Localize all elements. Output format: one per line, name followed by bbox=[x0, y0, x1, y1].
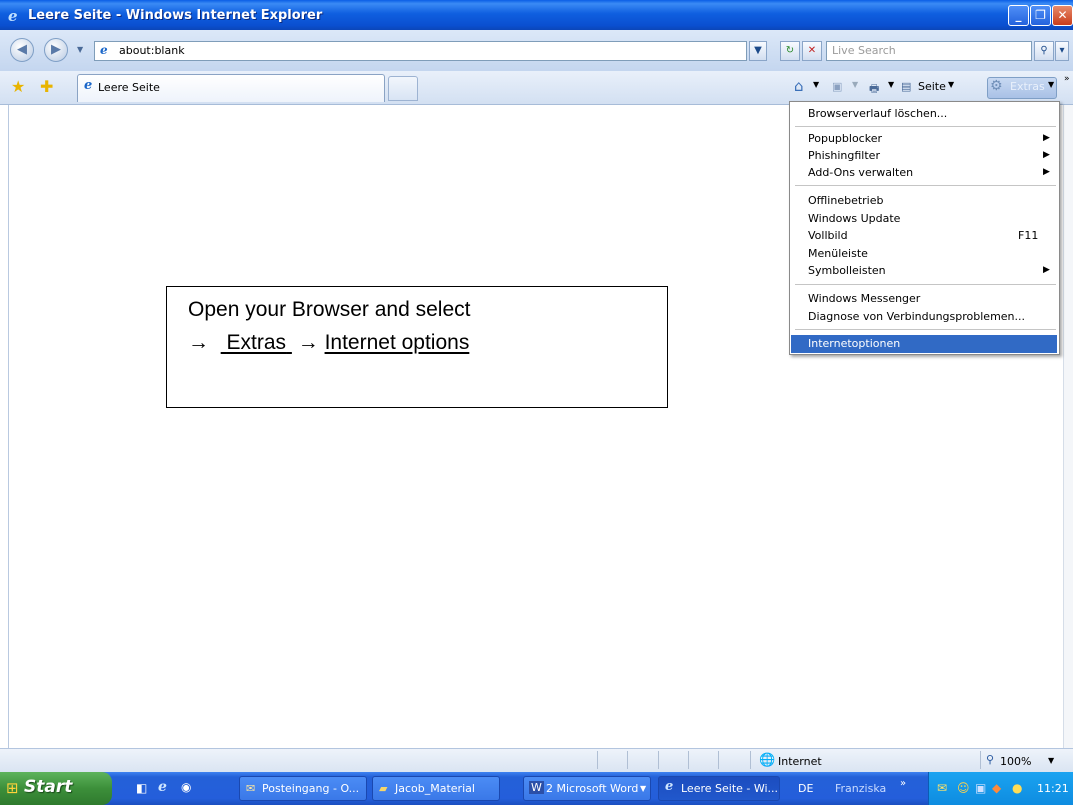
gear-icon: ⚙ bbox=[990, 78, 1003, 94]
arrow-icon: → bbox=[188, 331, 209, 354]
tab-page-icon: e bbox=[84, 78, 93, 93]
submenu-arrow-icon: ▶ bbox=[1043, 265, 1050, 275]
print-dropdown-icon[interactable]: ▼ bbox=[888, 80, 894, 89]
menu-separator bbox=[795, 284, 1056, 285]
page-menu-icon[interactable]: ▤ bbox=[901, 80, 911, 93]
favorites-star-icon[interactable]: ★ bbox=[11, 77, 25, 96]
security-zone: Internet bbox=[778, 755, 822, 768]
status-divider bbox=[688, 751, 689, 769]
back-button[interactable]: ◀ bbox=[10, 38, 34, 62]
print-icon[interactable]: 🖶 bbox=[869, 80, 879, 99]
desktop-quicklaunch-icon[interactable]: ◧ bbox=[136, 781, 147, 795]
search-icon[interactable]: ⚲ bbox=[1034, 41, 1054, 61]
tray-network-icon[interactable]: ✉ bbox=[937, 781, 947, 795]
search-options-icon[interactable]: ▾ bbox=[1055, 41, 1069, 61]
chevron-more-icon[interactable]: » bbox=[1064, 74, 1070, 84]
group-dropdown-icon: ▼ bbox=[640, 784, 647, 793]
menu-item-phishing-filter[interactable]: Phishingfilter bbox=[808, 149, 880, 162]
language-indicator[interactable]: DE bbox=[798, 782, 813, 795]
menu-item-menubar[interactable]: Menüleiste bbox=[808, 247, 868, 260]
menu-item-messenger[interactable]: Windows Messenger bbox=[808, 292, 920, 305]
home-icon[interactable]: ⌂ bbox=[794, 77, 804, 95]
zoom-level[interactable]: 100% bbox=[1000, 755, 1031, 768]
arrow-icon: → bbox=[297, 331, 319, 354]
ie-logo-icon: e bbox=[8, 7, 18, 25]
status-divider bbox=[597, 751, 598, 769]
menu-item-diagnose[interactable]: Diagnose von Verbindungsproblemen... bbox=[808, 310, 1025, 323]
menu-separator bbox=[795, 185, 1056, 186]
tray-people-icon[interactable]: ☺ bbox=[957, 781, 970, 795]
status-divider bbox=[980, 751, 981, 769]
clock[interactable]: 11:21 bbox=[1037, 782, 1069, 795]
menu-item-offline[interactable]: Offlinebetrieb bbox=[808, 194, 883, 207]
globe-icon: 🌐 bbox=[759, 753, 776, 768]
add-favorites-icon[interactable]: ✚ bbox=[40, 77, 53, 96]
folder-icon: ▰ bbox=[379, 782, 388, 795]
search-placeholder: Live Search bbox=[832, 44, 896, 57]
zoom-icon: ⚲ bbox=[986, 753, 995, 766]
chevron-right-icon[interactable]: » bbox=[900, 778, 906, 789]
menu-separator bbox=[795, 329, 1056, 330]
instruction-line-1: Open your Browser and select bbox=[188, 298, 471, 321]
instruction-line-2: → Extras → Internet options bbox=[188, 331, 469, 355]
page-icon: e bbox=[100, 43, 108, 57]
page-menu-label[interactable]: Seite bbox=[918, 80, 946, 93]
address-dropdown-button[interactable]: ▼ bbox=[749, 41, 767, 61]
menu-item-addons[interactable]: Add-Ons verwalten bbox=[808, 166, 913, 179]
instruction-internet-options: Internet options bbox=[324, 331, 470, 354]
ie-quicklaunch-icon[interactable]: e bbox=[158, 779, 167, 795]
minimize-button[interactable]: _ bbox=[1008, 5, 1029, 26]
windows-logo-icon: ⊞ bbox=[6, 779, 19, 797]
menu-separator bbox=[795, 126, 1056, 127]
home-dropdown-icon[interactable]: ▼ bbox=[813, 80, 819, 89]
instruction-extras: Extras bbox=[226, 331, 287, 354]
taskbar-button-ie[interactable]: Leere Seite - Wi... bbox=[658, 776, 780, 801]
history-dropdown-icon[interactable]: ▼ bbox=[77, 45, 83, 54]
fullscreen-shortcut: F11 bbox=[1018, 229, 1039, 242]
ie-taskbar-icon: e bbox=[665, 779, 674, 794]
vertical-scrollbar[interactable] bbox=[1063, 105, 1073, 748]
taskbar-button-outlook[interactable]: Posteingang - O... bbox=[239, 776, 367, 801]
status-divider bbox=[718, 751, 719, 769]
menu-item-popup-blocker[interactable]: Popupblocker bbox=[808, 132, 882, 145]
taskbar-button-folder[interactable]: Jacob_Material bbox=[372, 776, 500, 801]
tools-menu-label: Extras bbox=[1010, 80, 1045, 93]
stop-button[interactable]: ✕ bbox=[802, 41, 822, 61]
restore-button[interactable]: ❐ bbox=[1030, 5, 1051, 26]
forward-button[interactable]: ▶ bbox=[44, 38, 68, 62]
mail-icon: ✉ bbox=[246, 782, 256, 795]
word-icon: W bbox=[529, 781, 544, 794]
status-bar bbox=[0, 748, 1073, 773]
tray-security-icon[interactable]: ◆ bbox=[992, 781, 1001, 795]
menu-item-fullscreen[interactable]: Vollbild bbox=[808, 229, 848, 242]
window-title: Leere Seite - Windows Internet Explorer bbox=[28, 8, 323, 23]
status-divider bbox=[750, 751, 751, 769]
status-divider bbox=[627, 751, 628, 769]
status-divider bbox=[658, 751, 659, 769]
media-quicklaunch-icon[interactable]: ◉ bbox=[181, 780, 191, 794]
zoom-dropdown-icon[interactable]: ▼ bbox=[1048, 756, 1054, 765]
menu-item-clear-history[interactable]: Browserverlauf löschen... bbox=[808, 107, 947, 120]
close-button[interactable]: ✕ bbox=[1052, 5, 1073, 26]
taskbar-toolbar-user[interactable]: Franziska bbox=[835, 782, 886, 795]
submenu-arrow-icon: ▶ bbox=[1043, 150, 1050, 160]
tray-update-icon[interactable]: ● bbox=[1012, 781, 1022, 795]
address-field[interactable] bbox=[94, 41, 747, 61]
page-dropdown-icon[interactable]: ▼ bbox=[948, 80, 954, 89]
feeds-dropdown-icon[interactable]: ▼ bbox=[852, 80, 858, 89]
start-label: Start bbox=[24, 777, 73, 797]
menu-item-internet-options[interactable]: Internetoptionen bbox=[808, 337, 900, 350]
refresh-button[interactable]: ↻ bbox=[780, 41, 800, 61]
tray-monitor-icon[interactable]: ▣ bbox=[975, 781, 986, 795]
menu-item-toolbars[interactable]: Symbolleisten bbox=[808, 264, 886, 277]
submenu-arrow-icon: ▶ bbox=[1043, 167, 1050, 177]
menu-item-windows-update[interactable]: Windows Update bbox=[808, 212, 900, 225]
tab-label: Leere Seite bbox=[98, 81, 160, 94]
tools-dropdown-icon: ▼ bbox=[1048, 80, 1055, 89]
submenu-arrow-icon: ▶ bbox=[1043, 133, 1050, 143]
address-url: about:blank bbox=[119, 44, 185, 57]
feeds-icon[interactable]: ▣ bbox=[832, 80, 842, 93]
new-tab-button[interactable] bbox=[388, 76, 418, 101]
